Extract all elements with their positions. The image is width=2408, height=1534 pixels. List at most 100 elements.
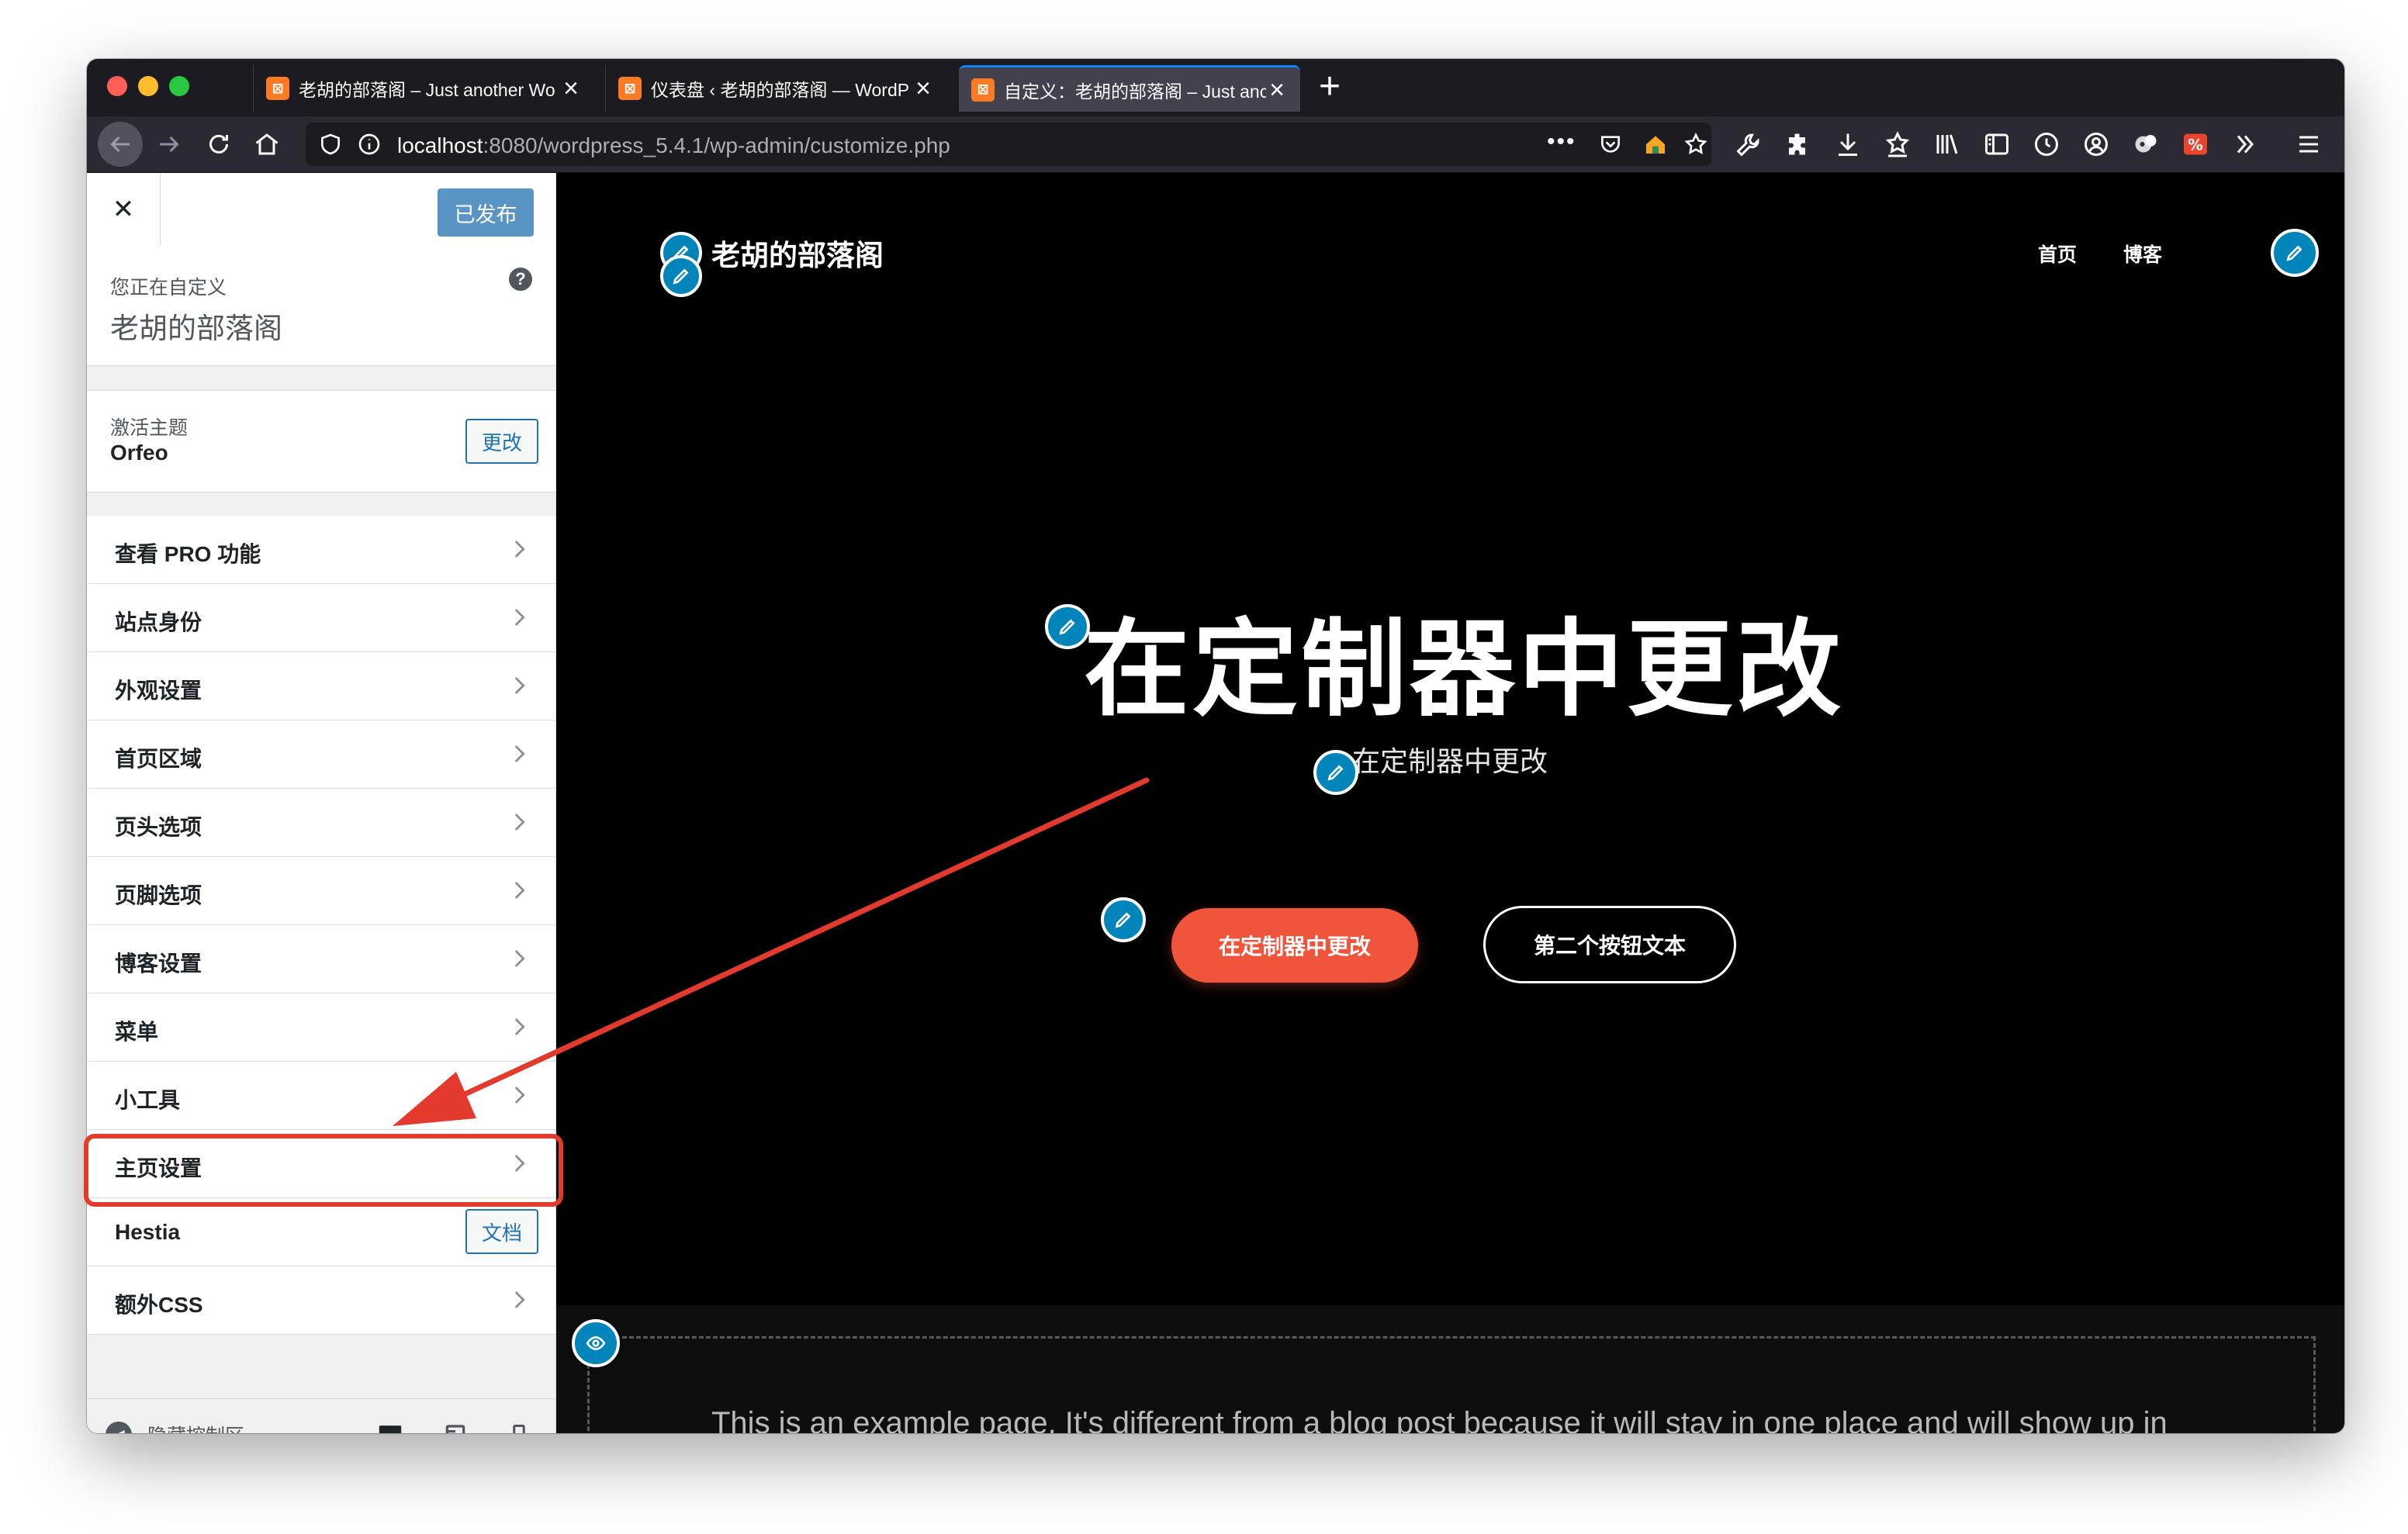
publish-button[interactable]: 已发布 <box>438 188 534 237</box>
page-content-section: This is an example page. It's different … <box>556 1305 2344 1433</box>
star-list-icon <box>1885 131 1910 157</box>
highlight-box <box>84 1134 563 1207</box>
browser-tab[interactable]: ⊠ 仪表盘 ‹ 老胡的部落阁 — WordP × <box>605 65 946 112</box>
nav-home-link[interactable]: 首页 <box>2038 240 2077 268</box>
extensions-button[interactable] <box>1780 126 1817 163</box>
section-pro-features[interactable]: 查看 PRO 功能 <box>87 516 555 584</box>
section-blog-settings[interactable]: 博客设置 <box>87 925 555 993</box>
edit-menu-shortcut-button[interactable] <box>2271 229 2319 277</box>
section-hestia: Hestia 文档 <box>87 1198 555 1266</box>
content-text: This is an example page. It's different … <box>711 1406 2168 1433</box>
preview-tablet-button[interactable] <box>434 1415 476 1433</box>
section-appearance[interactable]: 外观设置 <box>87 652 555 720</box>
xampp-favicon-icon: ⊠ <box>971 78 995 102</box>
home-icon <box>255 133 279 155</box>
mobile-icon <box>513 1425 525 1433</box>
section-label: 首页区域 <box>115 747 202 771</box>
app-menu-button[interactable] <box>2290 126 2327 163</box>
info-icon <box>358 133 380 155</box>
arrow-left-icon <box>110 136 130 153</box>
history-button[interactable] <box>2028 126 2065 163</box>
library-icon <box>1936 134 1958 154</box>
bookmark-star-icon[interactable] <box>1683 132 1708 157</box>
tab-title: 自定义：老胡的部落阁 – Just anc <box>1004 81 1266 102</box>
page-actions-icon[interactable]: ••• <box>1547 129 1576 155</box>
address-bar[interactable]: localhost:8080/wordpress_5.4.1/wp-admin/… <box>306 123 1711 166</box>
pencil-icon <box>1115 912 1131 928</box>
section-label: 菜单 <box>115 1020 159 1044</box>
ghost-icon <box>2135 135 2157 153</box>
hero-primary-button[interactable]: 在定制器中更改 <box>1171 908 1418 983</box>
overflow-menu-button[interactable] <box>2226 126 2264 163</box>
chevron-right-icon <box>514 677 525 694</box>
active-theme-section: 激活主题 Orfeo 更改 <box>87 390 555 492</box>
edit-shortcut-button[interactable] <box>660 255 702 297</box>
navigation-toolbar: localhost:8080/wordpress_5.4.1/wp-admin/… <box>87 116 2344 173</box>
close-tab-icon[interactable]: × <box>912 75 934 102</box>
devtools-button[interactable] <box>1730 126 1767 163</box>
ghostery-extension-button[interactable] <box>2127 126 2164 163</box>
arrow-right-icon <box>160 136 179 153</box>
forward-button[interactable] <box>150 126 188 163</box>
library-button[interactable] <box>1929 126 1966 163</box>
section-header-options[interactable]: 页头选项 <box>87 789 555 857</box>
hero-secondary-button[interactable]: 第二个按钮文本 <box>1483 906 1736 983</box>
visibility-toggle-button[interactable] <box>572 1319 620 1367</box>
new-tab-button[interactable]: + <box>1319 68 1341 105</box>
downloads-button[interactable] <box>1829 126 1867 163</box>
site-title[interactable]: 老胡的部落阁 <box>711 232 884 274</box>
chevron-right-icon <box>514 609 525 626</box>
section-label: 额外CSS <box>115 1293 203 1317</box>
translate-extension-button[interactable]: % <box>2177 126 2214 163</box>
back-button[interactable] <box>98 122 143 167</box>
hide-controls-button[interactable]: ◀ 隐藏控制区 <box>106 1421 244 1433</box>
close-customizer-button[interactable]: ✕ <box>87 173 161 246</box>
pencil-icon <box>2286 245 2302 261</box>
browser-tab-active[interactable]: ⊠ 自定义：老胡的部落阁 – Just anc × <box>959 65 1300 112</box>
account-button[interactable] <box>2078 126 2115 163</box>
sidebar-button[interactable] <box>1978 126 2015 163</box>
nav-blog-link[interactable]: 博客 <box>2123 240 2162 268</box>
preview-desktop-button[interactable] <box>369 1415 411 1433</box>
zoom-window-button[interactable] <box>169 76 189 96</box>
customizer-info: 您正在自定义 老胡的部落阁 ? <box>87 246 555 366</box>
pencil-icon <box>1059 619 1075 635</box>
chevron-right-icon <box>514 814 525 831</box>
browser-tab[interactable]: ⊠ 老胡的部落阁 – Just another Wo × <box>253 65 594 112</box>
bookmarks-toolbar-button[interactable] <box>1879 126 1916 163</box>
reload-button[interactable] <box>200 126 237 163</box>
close-tab-icon[interactable]: × <box>560 75 582 102</box>
hamburger-icon <box>2299 136 2318 153</box>
change-theme-button[interactable]: 更改 <box>465 419 538 464</box>
section-menus[interactable]: 菜单 <box>87 993 555 1062</box>
puzzle-icon <box>1789 133 1805 155</box>
chevron-right-icon <box>514 1087 525 1104</box>
pencil-icon <box>673 268 689 285</box>
chevron-right-icon <box>514 882 525 899</box>
section-label: 查看 PRO 功能 <box>115 542 261 566</box>
svg-text:%: % <box>2188 136 2203 154</box>
theme-name: Orfeo <box>110 441 168 465</box>
chevron-right-icon <box>514 1291 525 1308</box>
section-additional-css[interactable]: 额外CSS <box>87 1266 555 1335</box>
section-frontpage[interactable]: 首页区域 <box>87 720 555 789</box>
documentation-button[interactable]: 文档 <box>465 1209 538 1254</box>
section-widgets[interactable]: 小工具 <box>87 1062 555 1130</box>
section-site-identity[interactable]: 站点身份 <box>87 584 555 652</box>
help-icon[interactable]: ? <box>509 268 532 291</box>
translate-icon: % <box>2184 133 2207 155</box>
minimize-window-button[interactable] <box>138 76 158 96</box>
close-tab-icon[interactable]: × <box>1266 77 1288 103</box>
close-window-button[interactable] <box>107 76 127 96</box>
xampp-favicon-icon: ⊠ <box>618 77 642 100</box>
browser-window: ⊠ 老胡的部落阁 – Just another Wo × ⊠ 仪表盘 ‹ 老胡的… <box>87 59 2344 1433</box>
double-chevron-icon <box>2237 135 2254 154</box>
wrench-icon <box>1736 133 1759 157</box>
section-footer-options[interactable]: 页脚选项 <box>87 857 555 925</box>
home-extension-icon[interactable] <box>1643 132 1668 157</box>
chevron-right-icon <box>514 950 525 967</box>
preview-mobile-button[interactable] <box>498 1415 540 1433</box>
home-button[interactable] <box>248 126 285 163</box>
pocket-icon[interactable] <box>1598 132 1623 157</box>
edit-shortcut-button[interactable] <box>1101 897 1146 942</box>
